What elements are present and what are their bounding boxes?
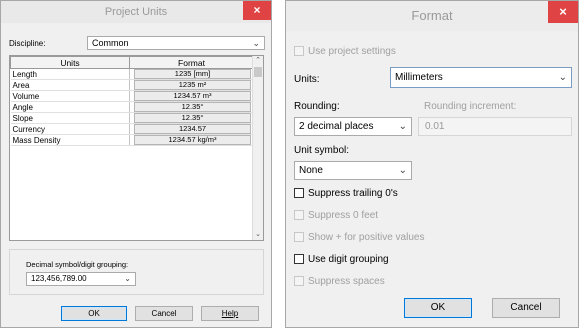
- format-cell[interactable]: 1234.57 m³: [129, 90, 254, 102]
- format-button[interactable]: 12.35°: [134, 102, 251, 112]
- use-digit-grouping-label: Use digit grouping: [308, 254, 389, 265]
- units-select[interactable]: Millimeters ⌄: [390, 67, 572, 88]
- rounding-select[interactable]: 2 decimal places ⌄: [294, 117, 412, 136]
- close-icon: ×: [559, 4, 567, 19]
- units-label: Units:: [294, 74, 320, 85]
- format-ok-button[interactable]: OK: [404, 298, 472, 318]
- units-table: Units Format Length 1235 [mm] Area 1235 …: [10, 56, 254, 146]
- chevron-down-icon: ⌄: [398, 165, 407, 176]
- table-scrollbar[interactable]: ⌃ ⌄: [252, 56, 263, 240]
- close-icon: ×: [253, 3, 261, 17]
- discipline-value: Common: [92, 38, 129, 48]
- suppress-spaces-label: Suppress spaces: [308, 276, 385, 287]
- chevron-down-icon: ⌄: [252, 38, 260, 48]
- unit-name: Volume: [10, 90, 130, 102]
- format-cell[interactable]: 1234.57: [129, 123, 254, 135]
- rounding-increment-field[interactable]: 0.01: [418, 117, 572, 136]
- scroll-down-icon[interactable]: ⌄: [253, 230, 263, 240]
- use-digit-grouping-checkbox[interactable]: [294, 254, 304, 264]
- unit-name: Currency: [10, 123, 130, 135]
- scroll-thumb[interactable]: [254, 67, 262, 77]
- decimal-group-box: Decimal symbol/digit grouping: 123,456,7…: [9, 249, 264, 295]
- format-dialog: Format × Use project settings Units: Mil…: [285, 0, 579, 328]
- ok-button[interactable]: OK: [61, 306, 127, 321]
- format-cell[interactable]: 1234.57 kg/m³: [129, 134, 254, 146]
- suppress-trailing-checkbox[interactable]: [294, 188, 304, 198]
- format-cell[interactable]: 12.35°: [129, 112, 254, 124]
- table-row[interactable]: Length 1235 [mm]: [10, 68, 254, 80]
- chevron-down-icon: ⌄: [398, 121, 407, 132]
- unit-symbol-label: Unit symbol:: [294, 145, 350, 156]
- use-project-settings-label: Use project settings: [308, 46, 396, 57]
- unit-name: Length: [10, 68, 130, 80]
- suppress-spaces-checkbox[interactable]: [294, 276, 304, 286]
- format-title: Format: [411, 8, 453, 23]
- format-cell[interactable]: 1235 [mm]: [129, 68, 254, 80]
- format-button[interactable]: 1234.57 kg/m³: [134, 135, 251, 145]
- project-units-close-button[interactable]: ×: [243, 1, 271, 20]
- discipline-label: Discipline:: [9, 39, 46, 48]
- rounding-label: Rounding:: [294, 101, 340, 112]
- format-close-button[interactable]: ×: [548, 1, 578, 23]
- project-units-dialog: Project Units × Discipline: Common ⌄ Uni…: [0, 0, 272, 328]
- show-plus-label: Show + for positive values: [308, 232, 425, 243]
- discipline-select[interactable]: Common ⌄: [87, 36, 265, 50]
- table-row[interactable]: Mass Density 1234.57 kg/m³: [10, 134, 254, 146]
- chevron-down-icon: ⌄: [558, 72, 567, 83]
- unit-name: Area: [10, 79, 130, 91]
- format-cell[interactable]: 1235 m²: [129, 79, 254, 91]
- units-table-frame: Units Format Length 1235 [mm] Area 1235 …: [9, 55, 264, 241]
- column-header-format[interactable]: Format: [129, 56, 254, 69]
- decimal-grouping-label: Decimal symbol/digit grouping:: [26, 260, 129, 269]
- format-button[interactable]: 1235 [mm]: [134, 69, 251, 79]
- help-button[interactable]: Help: [201, 306, 259, 321]
- format-button[interactable]: 1234.57: [134, 124, 251, 134]
- rounding-value: 2 decimal places: [299, 121, 374, 132]
- project-units-titlebar: Project Units: [1, 1, 271, 23]
- rounding-increment-value: 0.01: [425, 121, 445, 132]
- unit-name: Slope: [10, 112, 130, 124]
- decimal-grouping-value: 123,456,789.00: [31, 274, 87, 283]
- table-row[interactable]: Angle 12.35°: [10, 101, 254, 113]
- unit-symbol-select[interactable]: None ⌄: [294, 161, 412, 180]
- unit-name: Mass Density: [10, 134, 130, 146]
- rounding-increment-label: Rounding increment:: [424, 101, 517, 112]
- cancel-button[interactable]: Cancel: [135, 306, 193, 321]
- decimal-grouping-select[interactable]: 123,456,789.00 ⌄: [26, 272, 136, 286]
- table-row[interactable]: Area 1235 m²: [10, 79, 254, 91]
- table-row[interactable]: Currency 1234.57: [10, 123, 254, 135]
- suppress-feet-checkbox[interactable]: [294, 210, 304, 220]
- format-cancel-button[interactable]: Cancel: [492, 298, 560, 318]
- suppress-feet-label: Suppress 0 feet: [308, 210, 379, 221]
- unit-symbol-value: None: [299, 165, 323, 176]
- format-titlebar: Format: [286, 1, 578, 31]
- suppress-trailing-label: Suppress trailing 0's: [308, 188, 398, 199]
- column-header-units[interactable]: Units: [10, 56, 130, 69]
- table-row[interactable]: Volume 1234.57 m³: [10, 90, 254, 102]
- chevron-down-icon: ⌄: [124, 274, 131, 283]
- format-button[interactable]: 1235 m²: [134, 80, 251, 90]
- project-units-title: Project Units: [104, 6, 168, 18]
- unit-name: Angle: [10, 101, 130, 113]
- format-button[interactable]: 12.35°: [134, 113, 251, 123]
- format-cell[interactable]: 12.35°: [129, 101, 254, 113]
- use-project-settings-checkbox[interactable]: [294, 46, 304, 56]
- scroll-up-icon[interactable]: ⌃: [253, 56, 263, 66]
- format-button[interactable]: 1234.57 m³: [134, 91, 251, 101]
- show-plus-checkbox[interactable]: [294, 232, 304, 242]
- units-value: Millimeters: [395, 72, 443, 83]
- table-row[interactable]: Slope 12.35°: [10, 112, 254, 124]
